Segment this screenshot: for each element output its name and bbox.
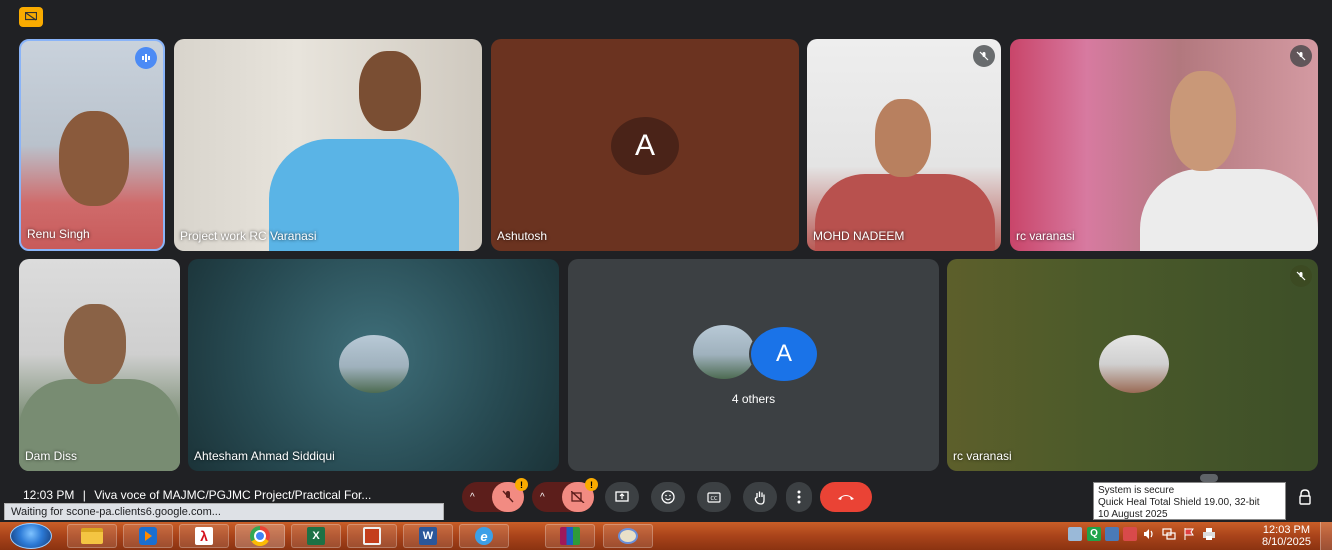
taskbar-powerpoint-icon[interactable] bbox=[347, 524, 397, 548]
meeting-info: 12:03 PM | Viva voce of MAJMC/PGJMC Proj… bbox=[23, 488, 371, 502]
chevron-up-icon: ^ bbox=[540, 491, 545, 503]
participant-name: Ashutosh bbox=[497, 229, 548, 243]
participant-name: Renu Singh bbox=[27, 227, 90, 241]
participant-tile-rc-varanasi-1[interactable]: rc varanasi bbox=[1010, 39, 1318, 251]
show-desktop-button[interactable] bbox=[1320, 522, 1332, 550]
participant-avatar: A bbox=[611, 117, 679, 175]
muted-mic-icon bbox=[1290, 265, 1312, 287]
participant-head bbox=[359, 51, 421, 131]
participant-name: rc varanasi bbox=[1016, 229, 1075, 243]
participant-name: Project work RC Varanasi bbox=[180, 229, 317, 243]
mic-off-icon bbox=[502, 490, 514, 503]
taskbar-file-explorer-icon[interactable] bbox=[67, 524, 117, 548]
svg-text:CC: CC bbox=[711, 496, 718, 502]
meeting-time: 12:03 PM bbox=[23, 488, 75, 502]
more-options-button[interactable] bbox=[786, 482, 812, 512]
tooltip-line-2: Quick Heal Total Shield 19.00, 32-bit bbox=[1098, 497, 1260, 508]
meet-stage: Renu Singh Project work RC Varanasi A As… bbox=[0, 0, 1332, 522]
chevron-up-icon: ^ bbox=[470, 491, 475, 503]
tray-language-icon[interactable] bbox=[1123, 527, 1137, 541]
status-text: Waiting for scone-pa.clients6.google.com… bbox=[11, 506, 221, 518]
meeting-title: Viva voce of MAJMC/PGJMC Project/Practic… bbox=[94, 488, 372, 502]
start-button-icon[interactable] bbox=[10, 523, 52, 549]
participant-avatar bbox=[1099, 335, 1169, 393]
tray-action-center-flag-icon[interactable] bbox=[1182, 527, 1196, 541]
participant-name: MOHD NADEEM bbox=[813, 229, 905, 243]
camera-warning-icon: ! bbox=[585, 478, 598, 491]
audio-options-button[interactable]: ^ ! bbox=[462, 478, 528, 512]
present-screen-button[interactable] bbox=[605, 482, 639, 512]
taskbar-excel-icon[interactable]: X bbox=[291, 524, 341, 548]
screen-share-badge-icon[interactable] bbox=[19, 7, 43, 27]
taskbar-paint-icon[interactable] bbox=[603, 524, 653, 548]
leave-call-button[interactable] bbox=[820, 482, 872, 512]
more-vert-icon bbox=[797, 490, 801, 504]
tray-printer-icon[interactable] bbox=[1202, 527, 1216, 541]
captions-icon: CC bbox=[707, 491, 721, 503]
clock-time: 12:03 PM bbox=[1262, 524, 1311, 536]
participant-video bbox=[1140, 169, 1318, 251]
tray-network-icon[interactable] bbox=[1068, 527, 1082, 541]
participant-avatar bbox=[693, 325, 755, 379]
muted-mic-icon bbox=[1290, 45, 1312, 67]
info-separator: | bbox=[82, 488, 86, 502]
participant-name: rc varanasi bbox=[953, 449, 1012, 463]
tray-app-icon[interactable] bbox=[1105, 527, 1119, 541]
taskbar-winrar-icon[interactable] bbox=[545, 524, 595, 548]
participant-tile-renu-singh[interactable]: Renu Singh bbox=[19, 39, 165, 251]
windows-taskbar: λ X W e Q 12:03 PM 8/10/2025 bbox=[0, 522, 1332, 550]
participant-head bbox=[875, 99, 931, 177]
security-tooltip: System is secure Quick Heal Total Shield… bbox=[1093, 482, 1286, 520]
participant-name: Dam Diss bbox=[25, 449, 78, 463]
reactions-button[interactable] bbox=[651, 482, 685, 512]
participant-avatar-initial: A bbox=[749, 325, 819, 383]
participant-count-badge bbox=[1200, 474, 1218, 482]
participant-tile-mohd-nadeem[interactable]: MOHD NADEEM bbox=[807, 39, 1001, 251]
participant-avatar bbox=[339, 335, 409, 393]
raise-hand-icon bbox=[754, 491, 765, 505]
tray-volume-icon[interactable] bbox=[1142, 527, 1156, 541]
participant-head bbox=[1170, 71, 1236, 171]
tooltip-line-1: System is secure bbox=[1098, 485, 1175, 496]
camera-off-icon bbox=[571, 491, 585, 503]
participant-tile-ashutosh[interactable]: A Ashutosh bbox=[491, 39, 799, 251]
participant-tile-dam-diss[interactable]: Dam Diss bbox=[19, 259, 180, 471]
speaking-indicator-icon bbox=[135, 47, 157, 69]
tray-connection-icon[interactable] bbox=[1162, 527, 1176, 541]
present-screen-icon bbox=[615, 491, 629, 502]
host-controls-icon[interactable] bbox=[1294, 486, 1316, 508]
participant-tile-project-work[interactable]: Project work RC Varanasi bbox=[174, 39, 482, 251]
taskbar-word-icon[interactable]: W bbox=[403, 524, 453, 548]
participant-name: Ahtesham Ahmad Siddiqui bbox=[194, 449, 335, 463]
participant-tile-rc-varanasi-2[interactable]: rc varanasi bbox=[947, 259, 1318, 471]
tooltip-line-3: 10 August 2025 bbox=[1098, 509, 1168, 520]
taskbar-acrobat-icon[interactable]: λ bbox=[179, 524, 229, 548]
taskbar-clock[interactable]: 12:03 PM 8/10/2025 bbox=[1262, 524, 1311, 548]
hang-up-icon bbox=[838, 495, 854, 500]
video-options-button[interactable]: ^ ! bbox=[532, 478, 598, 512]
clock-date: 8/10/2025 bbox=[1262, 536, 1311, 548]
tray-quickheal-icon[interactable]: Q bbox=[1087, 527, 1101, 541]
participant-tile-ahtesham[interactable]: Ahtesham Ahmad Siddiqui bbox=[188, 259, 559, 471]
taskbar-internet-explorer-icon[interactable]: e bbox=[459, 524, 509, 548]
captions-button[interactable]: CC bbox=[697, 482, 731, 512]
participant-tile-others[interactable]: A 4 others bbox=[568, 259, 939, 471]
participant-video bbox=[59, 111, 129, 206]
emoji-icon bbox=[661, 490, 675, 504]
others-count-label: 4 others bbox=[731, 392, 776, 406]
browser-status-bar: Waiting for scone-pa.clients6.google.com… bbox=[4, 503, 444, 520]
mic-warning-icon: ! bbox=[515, 478, 528, 491]
participant-head bbox=[64, 304, 126, 384]
muted-mic-icon bbox=[973, 45, 995, 67]
raise-hand-button[interactable] bbox=[743, 482, 777, 512]
taskbar-chrome-icon[interactable] bbox=[235, 524, 285, 548]
taskbar-media-player-icon[interactable] bbox=[123, 524, 173, 548]
